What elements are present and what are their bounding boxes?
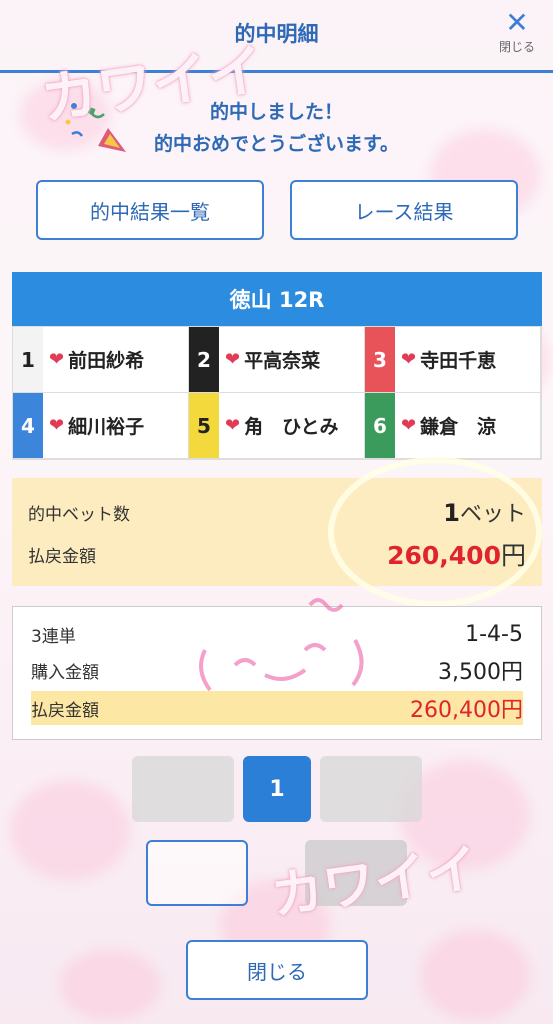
bet-combination: 1-4-5 — [465, 621, 523, 647]
background-heart — [60, 950, 160, 1020]
close-button-top[interactable]: ✕ 閉じる — [497, 8, 537, 55]
page-title: 的中明細 — [234, 22, 319, 46]
boat-number: 2 — [189, 327, 219, 392]
hit-list-button[interactable]: 的中結果一覧 — [36, 180, 264, 240]
racer-name: 寺田千恵 — [420, 350, 497, 372]
heart-icon[interactable]: ❤ — [401, 349, 416, 370]
race-result-button[interactable]: レース結果 — [290, 180, 518, 240]
purchase-label: 購入金額 — [31, 662, 99, 683]
race-title: 徳山 12R — [12, 272, 542, 326]
entry-cell: 1 ❤ 前田紗希 — [13, 327, 189, 393]
racer-name: 鎌倉 涼 — [420, 416, 497, 438]
heart-icon[interactable]: ❤ — [401, 415, 416, 436]
pager-prev[interactable] — [132, 756, 234, 822]
hit-summary: 的中ベット数 1ベット 払戻金額 260,400円 — [12, 478, 542, 586]
bets-label: 的中ベット数 — [28, 504, 130, 525]
congrats-line2: 的中おめでとうございます。 — [153, 133, 400, 155]
heart-icon[interactable]: ❤ — [49, 349, 64, 370]
bet-type-label: 3連単 — [31, 626, 76, 647]
heart-icon[interactable]: ❤ — [225, 349, 240, 370]
boat-number: 5 — [189, 393, 219, 458]
boat-number: 1 — [13, 327, 43, 392]
detail-payout-amount: 260,400円 — [410, 698, 523, 723]
heart-icon[interactable]: ❤ — [49, 415, 64, 436]
racer-name: 角 ひとみ — [244, 416, 339, 438]
payout-amount: 260,400円 — [387, 541, 526, 570]
entry-cell: 2 ❤ 平高奈菜 — [189, 327, 365, 393]
detail-payout-label: 払戻金額 — [31, 700, 99, 721]
heart-icon[interactable]: ❤ — [225, 415, 240, 436]
pager-current-page[interactable]: 1 — [243, 756, 311, 822]
racer-name: 前田紗希 — [68, 350, 145, 372]
pager-next[interactable] — [320, 756, 422, 822]
purchase-amount: 3,500円 — [438, 660, 523, 685]
boat-number: 6 — [365, 393, 395, 458]
entry-cell: 4 ❤ 細川裕子 — [13, 393, 189, 459]
entry-cell: 6 ❤ 鎌倉 涼 — [365, 393, 541, 459]
bets-count: 1ベット — [443, 499, 526, 527]
boat-number: 4 — [13, 393, 43, 458]
entry-cell: 5 ❤ 角 ひとみ — [189, 393, 365, 459]
close-label: 閉じる — [498, 40, 535, 54]
close-icon: ✕ — [505, 6, 529, 39]
sticker-box-left — [146, 840, 248, 906]
bet-detail: 3連単 1-4-5 購入金額 3,500円 払戻金額 260,400円 — [12, 606, 542, 740]
entry-cell: 3 ❤ 寺田千恵 — [365, 327, 541, 393]
boat-number: 3 — [365, 327, 395, 392]
racer-name: 平高奈菜 — [244, 350, 321, 372]
entry-grid: 1 ❤ 前田紗希 2 ❤ 平高奈菜 3 ❤ 寺田千恵 4 ❤ 細川裕子 5 ❤ 角 ひとみ 6 ❤ 鎌倉 涼 — [12, 326, 542, 460]
payout-label: 払戻金額 — [28, 546, 96, 567]
close-button-bottom[interactable]: 閉じる — [186, 940, 368, 1000]
sticker-text-bottom: カワイイ — [267, 838, 482, 928]
background-heart — [10, 780, 130, 880]
racer-name: 細川裕子 — [68, 416, 145, 438]
background-heart — [420, 930, 530, 1020]
